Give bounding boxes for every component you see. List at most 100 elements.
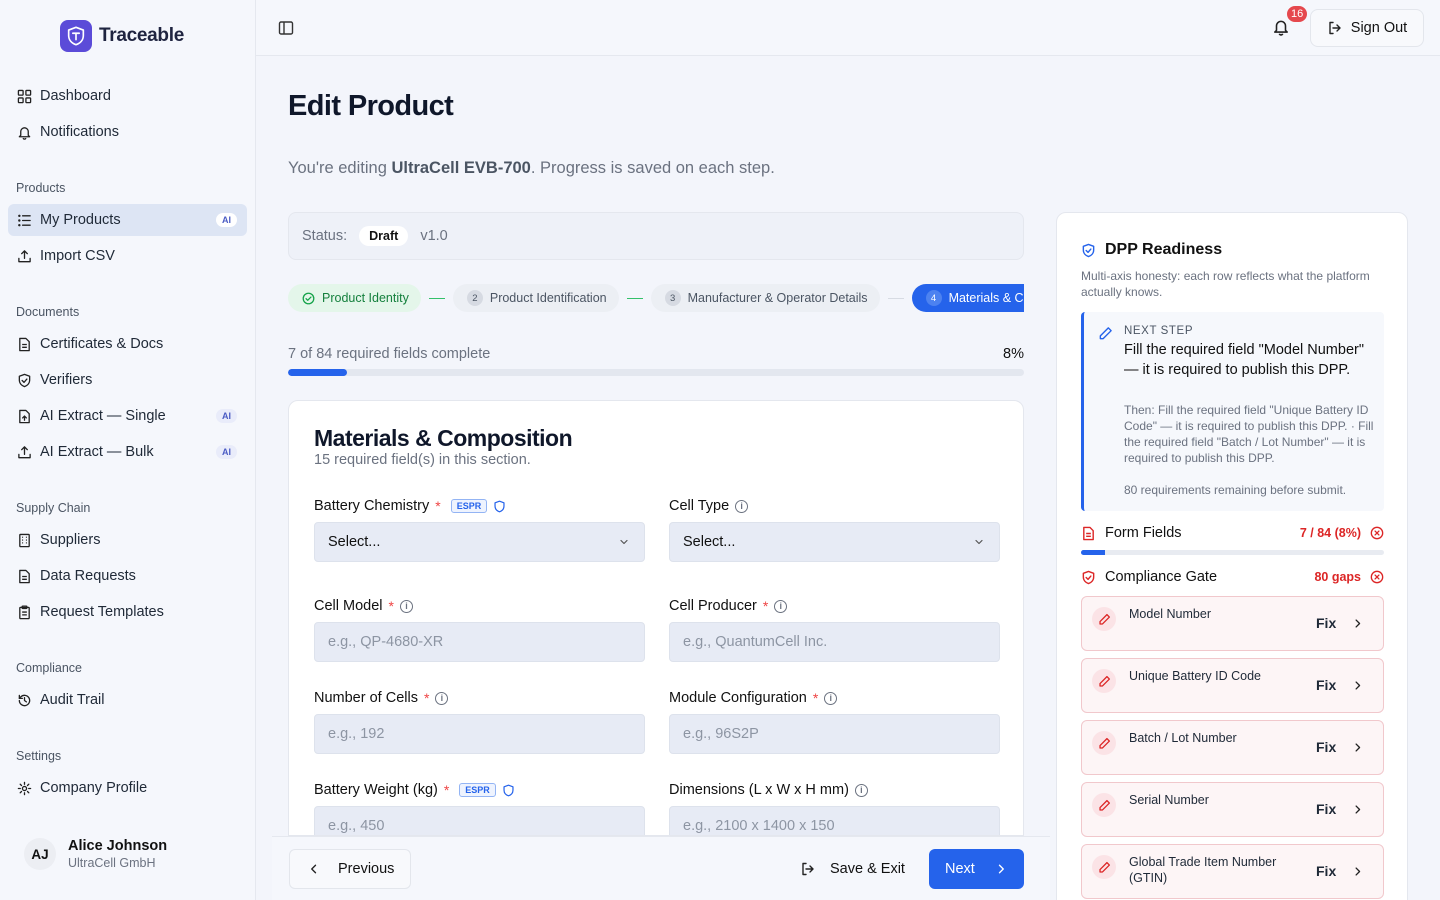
step-label: Materials & Composition [948,291,1024,305]
nav-item-dashboard[interactable]: Dashboard [8,80,247,112]
app-name: Traceable [99,25,184,46]
nav-item-verifiers[interactable]: Verifiers [8,364,247,396]
fix-button[interactable]: Fix [1316,863,1363,879]
gear-icon [16,780,32,796]
battery-weight-input[interactable]: e.g., 450 [314,806,645,835]
subtitle-suffix: . Progress is saved on each step. [530,159,775,177]
ai-badge: AI [216,445,237,459]
number-of-cells-label: Number of Cells * i [314,690,449,706]
select-value: Select... [328,534,381,550]
previous-button[interactable]: Previous [289,849,411,889]
chevron-right-icon [1352,804,1363,815]
chevron-down-icon [973,536,985,548]
gap-item[interactable]: Unique Battery ID Code Fix [1081,658,1384,713]
app-logo[interactable]: Traceable [60,20,184,52]
step-label: Product Identification [489,291,607,305]
info-icon[interactable]: i [774,599,788,613]
nav-item-certificates[interactable]: Certificates & Docs [8,328,247,360]
dimensions-input[interactable]: e.g., 2100 x 1400 x 150 [669,806,1000,835]
nav-item-import-csv[interactable]: Import CSV [8,240,247,272]
chevron-left-icon [308,863,320,875]
progress-percent: 8% [1003,346,1024,362]
progress-bar-fill [288,369,347,376]
module-configuration-input[interactable]: e.g., 96S2P [669,714,1000,754]
nav-item-company-profile[interactable]: Company Profile [8,772,247,804]
fix-label: Fix [1316,615,1337,631]
gap-item[interactable]: Batch / Lot Number Fix [1081,720,1384,775]
nav-item-data-requests[interactable]: Data Requests [8,560,247,592]
fix-button[interactable]: Fix [1316,677,1363,693]
nav-label: Suppliers [40,532,101,548]
section-label-products: Products [16,181,66,195]
pencil-icon [1098,326,1113,341]
number-of-cells-input[interactable]: e.g., 192 [314,714,645,754]
sign-out-button[interactable]: Sign Out [1310,9,1424,47]
sidebar-toggle-icon[interactable] [278,20,294,36]
user-profile[interactable]: AJ Alice Johnson UltraCell GmbH [24,838,167,870]
cell-type-label: Cell Type i [669,498,749,514]
gap-item[interactable]: Global Trade Item Number (GTIN) Fix [1081,844,1384,899]
step-manufacturer-details[interactable]: 3 Manufacturer & Operator Details [650,284,880,312]
next-step-label: Next step [1124,325,1194,337]
form-fields-row: Form Fields 7 / 84 (8%) [1081,525,1384,541]
cell-producer-input[interactable]: e.g., QuantumCell Inc. [669,622,1000,662]
bell-icon [16,124,32,140]
info-icon[interactable]: i [824,691,838,705]
section-subtitle: 15 required field(s) in this section. [314,452,531,468]
nav-item-request-templates[interactable]: Request Templates [8,596,247,628]
step-product-identification[interactable]: 2 Product Identification [452,284,619,312]
required-marker: * [435,498,441,514]
form-card: Materials & Composition 15 required fiel… [288,400,1024,836]
next-button[interactable]: Next [929,849,1024,889]
nav-item-suppliers[interactable]: Suppliers [8,524,247,556]
next-step-callout: Next step Fill the required field "Model… [1081,312,1384,511]
nav-label: Request Templates [40,604,164,620]
cell-producer-label: Cell Producer * i [669,598,788,614]
cell-type-select[interactable]: Select... [669,522,1000,562]
section-title: Materials & Composition [314,425,573,451]
pencil-icon [1092,669,1116,693]
dashboard-icon [16,88,32,104]
field-label-text: Battery Weight (kg) [314,782,438,798]
info-icon[interactable]: i [854,783,868,797]
info-icon[interactable]: i [399,599,413,613]
espr-badge: ESPR [459,783,496,797]
battery-chemistry-label: Battery Chemistry * ESPR [314,498,506,514]
next-label: Next [945,861,975,877]
nav-item-notifications[interactable]: Notifications [8,116,247,148]
nav-item-my-products[interactable]: My Products AI [8,204,247,236]
gap-item[interactable]: Model Number Fix [1081,596,1384,651]
sidebar: Traceable Dashboard Notifications Produc… [0,0,256,900]
nav-item-audit-trail[interactable]: Audit Trail [8,684,247,716]
nav-label: Verifiers [40,372,93,388]
nav-item-ai-extract-single[interactable]: AI Extract — Single AI [8,400,247,432]
section-label-documents: Documents [16,305,80,319]
step-product-identity[interactable]: Product Identity [288,284,421,312]
gap-name: Serial Number [1129,793,1209,807]
compliance-gate-count: 80 gaps [1314,570,1361,584]
x-circle-icon [1370,526,1384,540]
battery-chemistry-select[interactable]: Select... [314,522,645,562]
cell-model-input[interactable]: e.g., QP-4680-XR [314,622,645,662]
nav-item-ai-extract-bulk[interactable]: AI Extract — Bulk AI [8,436,247,468]
field-label-text: Module Configuration [669,690,807,706]
fix-button[interactable]: Fix [1316,615,1363,631]
chevron-right-icon [1352,866,1363,877]
step-number: 3 [664,290,681,306]
step-number: 2 [466,290,483,306]
exit-icon [800,861,816,877]
save-exit-button[interactable]: Save & Exit [800,849,905,889]
shield-icon [16,372,32,388]
sign-out-label: Sign Out [1350,20,1408,36]
nav-label: Company Profile [40,780,148,796]
fix-button[interactable]: Fix [1316,801,1363,817]
fix-button[interactable]: Fix [1316,739,1363,755]
info-icon[interactable]: i [435,691,449,705]
step-materials-composition[interactable]: 4 Materials & Composition [911,284,1024,312]
info-icon[interactable]: i [735,499,749,513]
chevron-down-icon [618,536,630,548]
topbar: 16 Sign Out [256,0,1440,56]
gap-item[interactable]: Serial Number Fix [1081,782,1384,837]
nav-label: Dashboard [40,88,111,104]
shield-icon [1081,570,1096,585]
